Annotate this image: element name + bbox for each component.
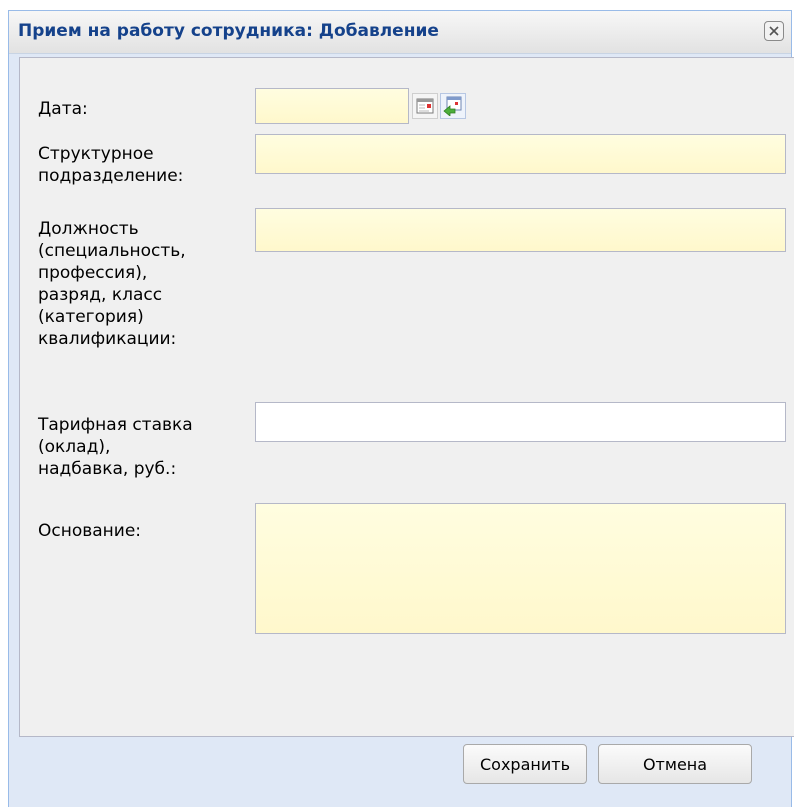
dialog-window: Прием на работу сотрудника: Добавление Д… [8,10,794,807]
close-button[interactable] [764,21,784,41]
cancel-button[interactable]: Отмена [598,744,752,784]
department-label: Структурное подразделение: [38,144,184,186]
dialog-titlebar[interactable]: Прием на работу сотрудника: Добавление [9,11,791,54]
calendar-select-button[interactable] [440,93,466,119]
tariff-label: Тарифная ставка (оклад), надбавка, руб.: [38,415,193,479]
date-label: Дата: [38,99,88,119]
dialog-title: Прием на работу сотрудника: Добавление [18,21,439,41]
position-label: Должность (специальность, профессия), ра… [38,219,186,349]
basis-textarea[interactable] [255,503,786,634]
basis-label: Основание: [38,521,142,541]
date-input[interactable] [255,88,409,124]
department-input[interactable] [255,134,786,174]
calendar-button[interactable] [412,93,438,119]
save-button[interactable]: Сохранить [463,744,587,784]
form-panel: Дата: Структурное подразделение: Должнос… [19,57,794,737]
close-icon [769,26,779,36]
calendar-select-icon [443,96,462,116]
position-input[interactable] [255,208,786,252]
calendar-icon [416,98,434,114]
tariff-input[interactable] [255,402,786,442]
